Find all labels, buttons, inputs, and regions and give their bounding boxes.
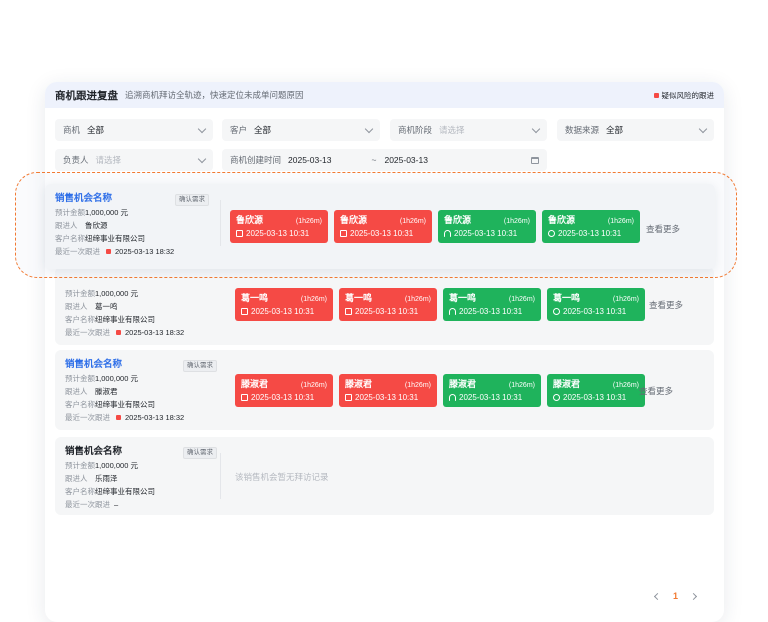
headset-icon <box>449 308 456 315</box>
risk-dot-icon <box>106 249 111 254</box>
amount-row: 预计金额1,000,000 元 <box>65 289 138 298</box>
empty-visits-text: 该销售机会暂无拜访记录 <box>235 472 329 482</box>
chevron-down-icon <box>197 154 207 163</box>
prev-page-icon[interactable] <box>653 592 662 600</box>
refresh-icon <box>553 308 560 315</box>
stage-select-placeholder: 请选择 <box>439 125 465 135</box>
last-follow-row: 最近一次跟进 2025-03-13 18:32 <box>65 328 185 337</box>
next-page-icon[interactable] <box>689 592 698 600</box>
risk-dot-icon <box>116 415 121 420</box>
created-date-end: 2025-03-13 <box>384 155 428 165</box>
customer-select-value: 全部 <box>254 125 272 135</box>
card-divider <box>220 200 221 246</box>
visit-chips: 滕淑君 (1h26m) 2025-03-13 10:31 滕淑君 (1h26m) 202… <box>235 374 645 407</box>
source-select-label: 数据来源 <box>565 125 600 135</box>
created-date-range[interactable]: 商机创建时间 2025-03-13 ~ 2025-03-13 <box>222 149 547 171</box>
source-select[interactable]: 数据来源 全部 <box>557 119 714 141</box>
document-icon <box>345 308 352 315</box>
follower-row: 跟进人 鲁欣源 <box>55 221 108 230</box>
document-icon <box>340 230 347 237</box>
stage-tag: 确认需求 <box>183 447 217 459</box>
view-more-link[interactable]: 查看更多 <box>639 385 673 397</box>
visit-chip[interactable]: 滕淑君 (1h26m) 2025-03-13 10:31 <box>547 374 645 407</box>
document-icon <box>241 394 248 401</box>
document-icon <box>345 394 352 401</box>
visit-chip[interactable]: 葛一鸣 (1h26m) 2025-03-13 10:31 <box>235 288 333 321</box>
chevron-down-icon <box>197 124 207 133</box>
chevron-down-icon <box>531 124 541 133</box>
owner-select-label: 负责人 <box>63 155 89 165</box>
owner-select[interactable]: 负责人 请选择 <box>55 149 213 171</box>
headset-icon <box>449 394 456 401</box>
customer-row: 客户名称纽缔事业有限公司 <box>65 315 155 324</box>
visit-chip[interactable]: 葛一鸣 (1h26m) 2025-03-13 10:31 <box>547 288 645 321</box>
created-date-label: 商机创建时间 <box>230 155 282 165</box>
calendar-icon <box>531 156 539 164</box>
visit-chip[interactable]: 鲁欣源 (1h26m) 2025-03-13 10:31 <box>334 210 432 243</box>
risk-dot-icon <box>653 92 659 98</box>
visit-chip[interactable]: 葛一鸣 (1h26m) 2025-03-13 10:31 <box>339 288 437 321</box>
view-more-link[interactable]: 查看更多 <box>646 223 680 235</box>
visit-chip[interactable]: 鲁欣源 (1h26m) 2025-03-13 10:31 <box>438 210 536 243</box>
card-divider <box>220 453 221 499</box>
stage-select-label: 商机阶段 <box>398 125 433 135</box>
visit-chips: 鲁欣源 (1h26m) 2025-03-13 10:31 鲁欣源 (1h26m) 202… <box>230 210 640 243</box>
chevron-down-icon <box>364 124 374 133</box>
amount-row: 预计金额1,000,000 元 <box>65 461 138 470</box>
opportunity-select[interactable]: 商机 全部 <box>55 119 213 141</box>
visit-chip[interactable]: 滕淑君 (1h26m) 2025-03-13 10:31 <box>235 374 333 407</box>
last-follow-row: 最近一次跟进 – <box>65 500 119 509</box>
amount-row: 预计金额1,000,000 元 <box>65 374 138 383</box>
refresh-icon <box>553 394 560 401</box>
owner-select-placeholder: 请选择 <box>95 155 122 165</box>
customer-row: 客户名称纽缔事业有限公司 <box>65 400 155 409</box>
last-follow-row: 最近一次跟进 2025-03-13 18:32 <box>55 247 175 256</box>
risk-dot-icon <box>116 330 121 335</box>
opportunity-select-label: 商机 <box>63 125 81 135</box>
visit-chip[interactable]: 滕淑君 (1h26m) 2025-03-13 10:31 <box>443 374 541 407</box>
follower-row: 跟进人 葛一鸣 <box>65 302 118 311</box>
created-date-start: 2025-03-13 <box>288 155 332 165</box>
stage-tag: 确认需求 <box>175 194 209 206</box>
amount-row: 预计金额1,000,000 元 <box>55 208 128 217</box>
opportunity-card[interactable]: 销售机会名称 预计金额1,000,000 元 跟进人 滕淑君 客户名称纽缔事业有限… <box>55 350 714 430</box>
current-page[interactable]: 1 <box>673 591 678 601</box>
pagination: 1 <box>653 591 698 601</box>
card-info: 预计金额1,000,000 元 跟进人 葛一鸣 客户名称纽缔事业有限公司 最近一次… <box>65 287 215 339</box>
visit-chip[interactable]: 滕淑君 (1h26m) 2025-03-13 10:31 <box>339 374 437 407</box>
opportunity-card[interactable]: 预计金额1,000,000 元 跟进人 葛一鸣 客户名称纽缔事业有限公司 最近一次… <box>55 267 714 345</box>
refresh-icon <box>548 230 555 237</box>
customer-select-label: 客户 <box>230 125 248 135</box>
risk-legend-label: 疑似风险的跟进 <box>661 90 715 100</box>
follower-row: 跟进人 乐雨泽 <box>65 474 118 483</box>
stage-tag: 确认需求 <box>183 360 217 372</box>
last-follow-row: 最近一次跟进 2025-03-13 18:32 <box>65 413 185 422</box>
opportunity-select-value: 全部 <box>87 125 105 135</box>
visit-chip[interactable]: 鲁欣源 (1h26m) 2025-03-13 10:31 <box>230 210 328 243</box>
customer-row: 客户名称纽缔事业有限公司 <box>65 487 155 496</box>
date-range-separator: ~ <box>371 155 377 165</box>
page-title: 商机跟进复盘 <box>55 89 118 102</box>
customer-select[interactable]: 客户 全部 <box>222 119 380 141</box>
follower-row: 跟进人 滕淑君 <box>65 387 118 396</box>
risk-legend: 疑似风险的跟进 <box>653 90 715 101</box>
document-icon <box>241 308 248 315</box>
page-subtitle: 追溯商机拜访全轨迹，快速定位未成单问题原因 <box>125 90 304 100</box>
source-select-value: 全部 <box>606 125 624 135</box>
headset-icon <box>444 230 451 237</box>
opportunity-card-highlighted[interactable]: 销售机会名称 预计金额1,000,000 元 跟进人 鲁欣源 客户名称纽缔事业有限… <box>45 184 715 269</box>
panel-header: 商机跟进复盘 追溯商机拜访全轨迹，快速定位未成单问题原因 疑似风险的跟进 <box>45 82 724 108</box>
customer-row: 客户名称纽缔事业有限公司 <box>55 234 145 243</box>
visit-chips: 葛一鸣 (1h26m) 2025-03-13 10:31 葛一鸣 (1h26m) 202… <box>235 288 645 321</box>
visit-chip[interactable]: 鲁欣源 (1h26m) 2025-03-13 10:31 <box>542 210 640 243</box>
visit-chip[interactable]: 葛一鸣 (1h26m) 2025-03-13 10:31 <box>443 288 541 321</box>
chevron-down-icon <box>698 124 708 133</box>
review-panel: 商机跟进复盘 追溯商机拜访全轨迹，快速定位未成单问题原因 疑似风险的跟进 商机 … <box>45 82 724 622</box>
document-icon <box>236 230 243 237</box>
opportunity-card[interactable]: 销售机会名称 预计金额1,000,000 元 跟进人 乐雨泽 客户名称纽缔事业有限… <box>55 437 714 515</box>
stage-select[interactable]: 商机阶段 请选择 <box>390 119 547 141</box>
view-more-link[interactable]: 查看更多 <box>649 299 683 311</box>
